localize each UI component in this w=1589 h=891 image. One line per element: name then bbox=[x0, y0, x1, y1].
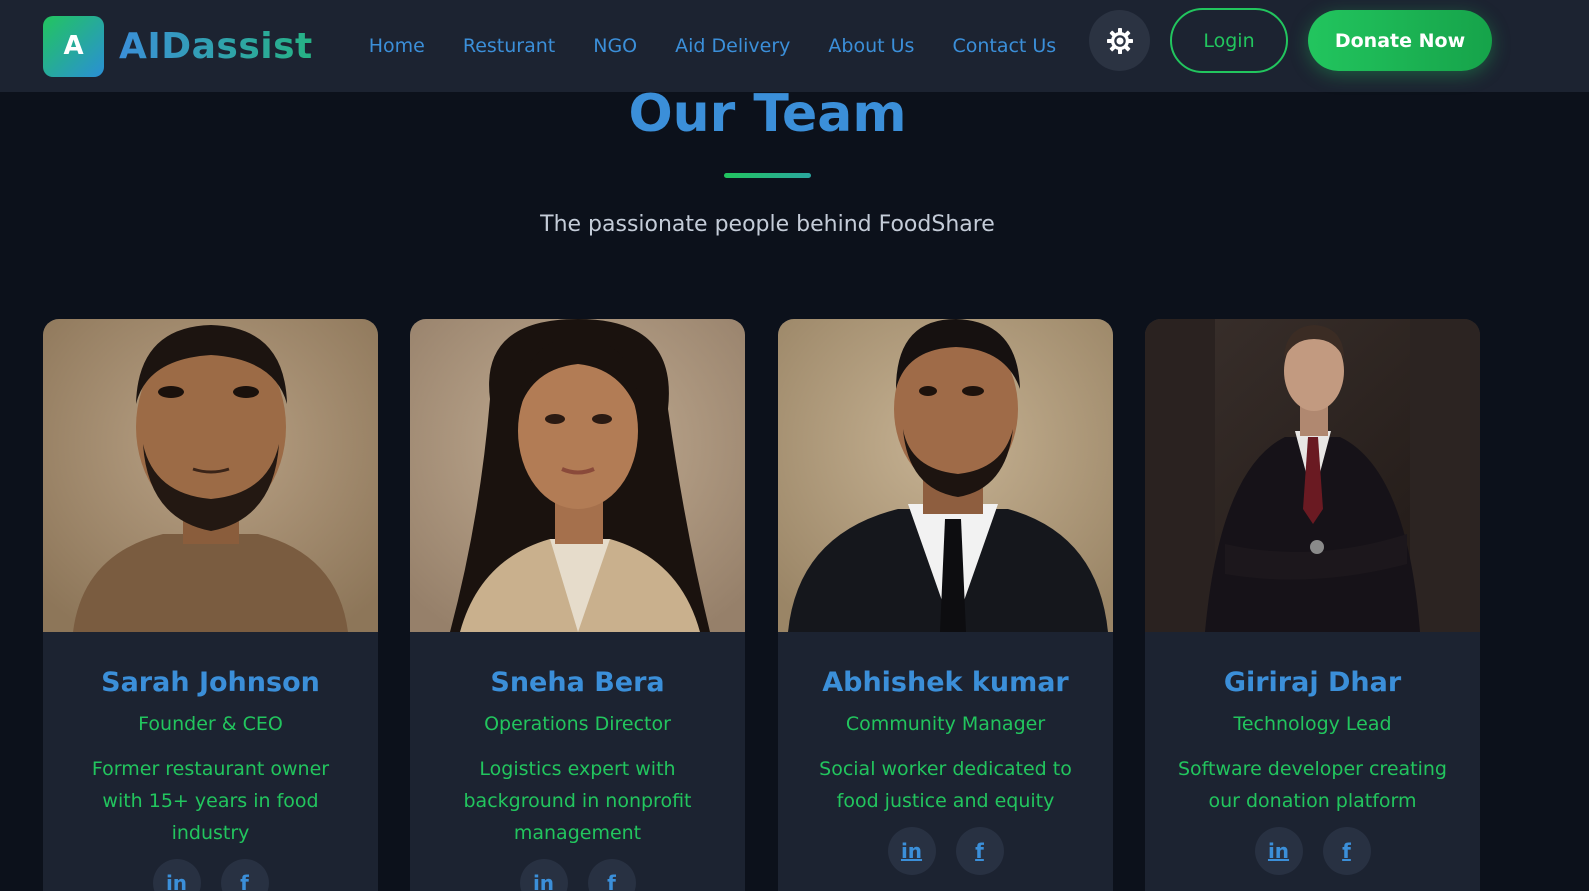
login-button[interactable]: Login bbox=[1170, 8, 1288, 73]
team-card: Sneha Bera Operations Director Logistics… bbox=[410, 319, 745, 891]
member-name: Sarah Johnson bbox=[101, 667, 320, 698]
member-role: Community Manager bbox=[845, 713, 1046, 735]
member-bio: Social worker dedicated to food justice … bbox=[819, 758, 1072, 812]
member-bio: Logistics expert with background in nonp… bbox=[463, 758, 692, 844]
facebook-icon[interactable]: f bbox=[1322, 827, 1371, 875]
member-role: Operations Director bbox=[484, 713, 671, 735]
member-name: Abhishek kumar bbox=[822, 667, 1069, 698]
team-member-photo bbox=[43, 319, 378, 632]
social-links: in f bbox=[410, 859, 745, 891]
donate-now-button[interactable]: Donate Now bbox=[1308, 10, 1492, 71]
linkedin-icon[interactable]: in bbox=[152, 859, 201, 891]
theme-toggle-button[interactable] bbox=[1089, 10, 1150, 71]
team-member-photo bbox=[1145, 319, 1480, 632]
gear-icon bbox=[1106, 27, 1133, 54]
portrait-image bbox=[410, 319, 745, 632]
team-card-body: Giriraj Dhar Technology Lead Software de… bbox=[1145, 632, 1480, 875]
brand-name[interactable]: AIDassist bbox=[119, 26, 313, 67]
social-links: in f bbox=[43, 859, 378, 891]
title-underline bbox=[724, 173, 811, 178]
social-links: in f bbox=[778, 827, 1113, 875]
team-card: Sarah Johnson Founder & CEO Former resta… bbox=[43, 319, 378, 891]
nav-about-link[interactable]: About Us bbox=[828, 35, 914, 57]
facebook-icon[interactable]: f bbox=[220, 859, 269, 891]
section-subtitle: The passionate people behind FoodShare bbox=[540, 212, 995, 237]
logo-icon[interactable]: A bbox=[43, 15, 104, 77]
logo-letter: A bbox=[63, 31, 84, 61]
team-card-body: Sneha Bera Operations Director Logistics… bbox=[410, 632, 745, 891]
team-member-photo bbox=[410, 319, 745, 632]
member-bio: Software developer creating our donation… bbox=[1178, 758, 1447, 812]
portrait-image bbox=[43, 319, 378, 632]
facebook-icon[interactable]: f bbox=[587, 859, 636, 891]
team-card-body: Abhishek kumar Community Manager Social … bbox=[778, 632, 1113, 875]
member-name: Sneha Bera bbox=[490, 667, 665, 698]
portrait-image bbox=[1145, 319, 1480, 632]
linkedin-icon[interactable]: in bbox=[519, 859, 568, 891]
team-card: Giriraj Dhar Technology Lead Software de… bbox=[1145, 319, 1480, 891]
section-title: Our Team bbox=[628, 84, 907, 144]
facebook-icon[interactable]: f bbox=[955, 827, 1004, 875]
nav-restaurant-link[interactable]: Resturant bbox=[463, 35, 555, 57]
linkedin-icon[interactable]: in bbox=[887, 827, 936, 875]
navbar: A AIDassist Home Resturant NGO Aid Deliv… bbox=[0, 0, 1589, 92]
team-card-body: Sarah Johnson Founder & CEO Former resta… bbox=[43, 632, 378, 891]
portrait-image bbox=[778, 319, 1113, 632]
member-name: Giriraj Dhar bbox=[1223, 667, 1402, 698]
nav-ngo-link[interactable]: NGO bbox=[593, 35, 637, 57]
nav-home-link[interactable]: Home bbox=[369, 35, 425, 57]
social-links: in f bbox=[1145, 827, 1480, 875]
main-nav: Home Resturant NGO Aid Delivery About Us… bbox=[369, 35, 1056, 57]
nav-aid-delivery-link[interactable]: Aid Delivery bbox=[675, 35, 790, 57]
team-member-photo bbox=[778, 319, 1113, 632]
member-bio: Former restaurant owner with 15+ years i… bbox=[91, 758, 330, 844]
nav-contact-link[interactable]: Contact Us bbox=[952, 35, 1056, 57]
team-card: Abhishek kumar Community Manager Social … bbox=[778, 319, 1113, 891]
linkedin-icon[interactable]: in bbox=[1254, 827, 1303, 875]
member-role: Founder & CEO bbox=[138, 713, 283, 735]
member-role: Technology Lead bbox=[1233, 713, 1392, 735]
